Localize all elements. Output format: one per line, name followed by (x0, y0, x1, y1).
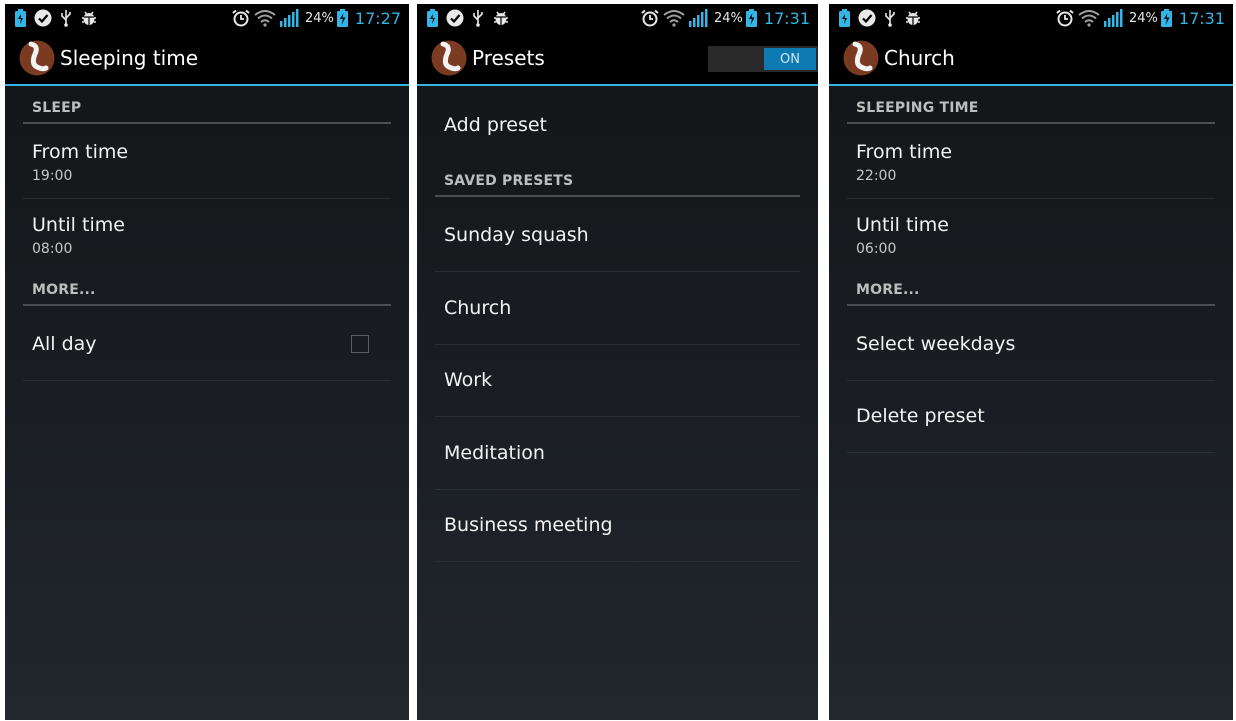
preset-item[interactable]: Work (435, 345, 800, 417)
all-day-setting[interactable]: All day (23, 308, 391, 381)
battery-saver-icon (427, 9, 438, 27)
battery-saver-icon (839, 9, 850, 27)
status-clock: 17:31 (763, 8, 810, 28)
status-bar: 24% 17:31 (829, 4, 1233, 32)
preset-item[interactable]: Sunday squash (435, 199, 800, 272)
preset-label: Business meeting (444, 514, 613, 536)
battery-saver-icon (15, 9, 26, 27)
alarm-icon (640, 9, 660, 27)
app-logo-icon[interactable] (843, 40, 879, 76)
until-time-value: 06:00 (856, 241, 897, 257)
alarm-icon (1055, 9, 1075, 27)
preset-label: Work (444, 369, 493, 391)
screen-presets: 24% 17:31 Presets ON Add preset SAVED PR… (417, 4, 818, 720)
preset-label: Church (444, 297, 512, 319)
wifi-icon (1078, 9, 1100, 27)
delete-preset-label: Delete preset (856, 405, 985, 427)
battery-charging-icon (1160, 9, 1172, 27)
from-time-setting[interactable]: From time 19:00 (23, 126, 391, 199)
preset-label: Sunday squash (444, 224, 589, 246)
signal-bars-icon (1103, 9, 1123, 27)
until-time-value: 08:00 (32, 241, 73, 257)
select-weekdays-label: Select weekdays (856, 333, 1016, 355)
page-title: Sleeping time (60, 46, 199, 70)
android-debug-icon (80, 9, 98, 27)
battery-charging-icon (336, 9, 348, 27)
action-bar: Church (829, 32, 1233, 86)
preset-label: Meditation (444, 442, 545, 464)
from-time-label: From time (856, 141, 953, 163)
preset-item[interactable]: Business meeting (435, 490, 800, 562)
usb-icon (884, 9, 896, 27)
android-debug-icon (904, 9, 922, 27)
app-logo-icon[interactable] (19, 40, 55, 76)
section-header-sleep: SLEEP (23, 100, 391, 124)
app-logo-icon[interactable] (431, 40, 467, 76)
signal-bars-icon (688, 9, 708, 27)
presets-toggle-switch[interactable]: ON (708, 46, 818, 72)
until-time-label: Until time (856, 214, 949, 236)
all-day-checkbox[interactable] (351, 335, 369, 353)
add-preset-label: Add preset (444, 114, 548, 136)
action-bar: Sleeping time (5, 32, 409, 86)
section-header-more: MORE... (23, 282, 391, 306)
until-time-label: Until time (32, 214, 125, 236)
wifi-icon (254, 9, 276, 27)
page-title: Church (884, 46, 955, 70)
preset-item[interactable]: Church (435, 272, 800, 345)
section-header-more: MORE... (847, 282, 1215, 306)
status-bar: 24% 17:31 (417, 4, 818, 32)
screen-sleeping-time: 24% 17:27 Sleeping time SLEEP From time … (5, 4, 409, 720)
from-time-value: 19:00 (32, 168, 73, 184)
from-time-setting[interactable]: From time 22:00 (847, 126, 1215, 199)
section-header-saved-presets: SAVED PRESETS (435, 173, 800, 197)
status-bar: 24% 17:27 (5, 4, 409, 32)
alarm-icon (231, 9, 251, 27)
toggle-off-track (708, 46, 764, 72)
checkmark-badge-icon (858, 9, 876, 27)
checkmark-badge-icon (34, 9, 52, 27)
action-bar: Presets ON (417, 32, 818, 86)
preset-item[interactable]: Meditation (435, 417, 800, 490)
signal-bars-icon (279, 9, 299, 27)
add-preset-item[interactable]: Add preset (435, 102, 800, 152)
checkmark-badge-icon (446, 9, 464, 27)
status-clock: 17:31 (1178, 8, 1225, 28)
page-title: Presets (472, 46, 545, 70)
wifi-icon (663, 9, 685, 27)
until-time-setting[interactable]: Until time 06:00 (847, 199, 1215, 271)
battery-percent: 24% (713, 10, 743, 26)
android-debug-icon (492, 9, 510, 27)
battery-percent: 24% (304, 10, 334, 26)
delete-preset-item[interactable]: Delete preset (847, 381, 1215, 453)
section-header-sleeping-time: SLEEPING TIME (847, 100, 1215, 124)
select-weekdays-item[interactable]: Select weekdays (847, 308, 1215, 381)
screen-preset-church: 24% 17:31 Church SLEEPING TIME From time… (829, 4, 1233, 720)
from-time-label: From time (32, 141, 129, 163)
usb-icon (472, 9, 484, 27)
until-time-setting[interactable]: Until time 08:00 (23, 199, 391, 271)
battery-percent: 24% (1128, 10, 1158, 26)
battery-charging-icon (745, 9, 757, 27)
toggle-on-thumb: ON (764, 48, 816, 70)
from-time-value: 22:00 (856, 168, 897, 184)
all-day-label: All day (32, 333, 97, 355)
status-clock: 17:27 (354, 8, 401, 28)
usb-icon (60, 9, 72, 27)
